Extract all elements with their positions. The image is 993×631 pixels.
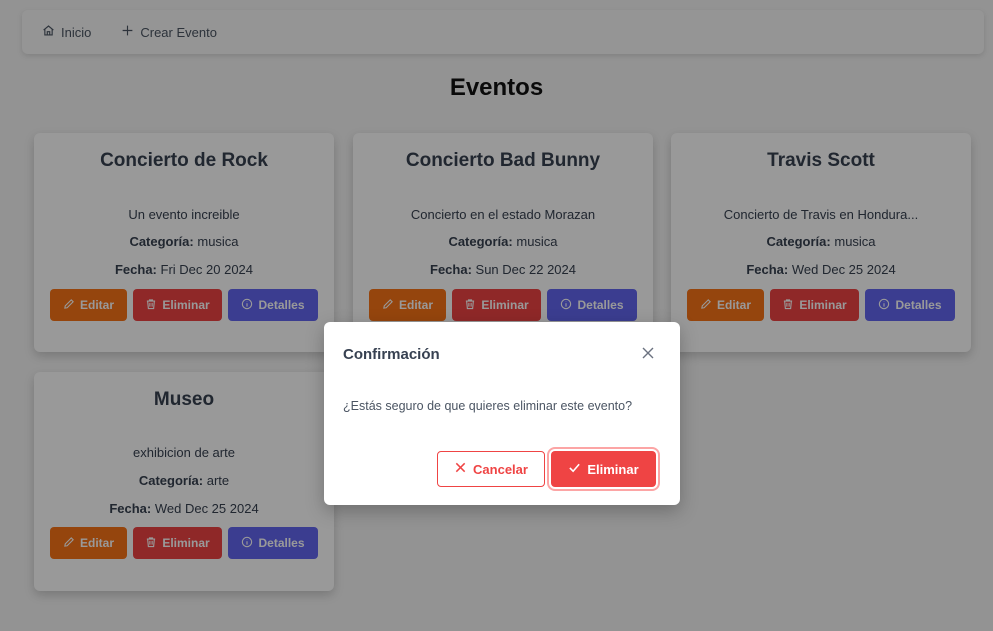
confirmation-dialog: Confirmación ¿Estás seguro de que quiere… <box>324 322 680 505</box>
close-icon[interactable] <box>641 346 655 360</box>
cancel-label: Cancelar <box>473 461 528 477</box>
check-icon <box>568 461 581 477</box>
cancel-button[interactable]: Cancelar <box>437 451 545 487</box>
confirm-label: Eliminar <box>587 461 639 477</box>
page: Inicio Crear Evento Eventos Concierto de… <box>0 0 993 631</box>
x-icon <box>454 461 467 477</box>
modal-overlay[interactable] <box>0 0 993 631</box>
dialog-message: ¿Estás seguro de que quieres eliminar es… <box>343 399 633 413</box>
dialog-title: Confirmación <box>343 346 440 363</box>
confirm-delete-button[interactable]: Eliminar <box>551 451 656 487</box>
